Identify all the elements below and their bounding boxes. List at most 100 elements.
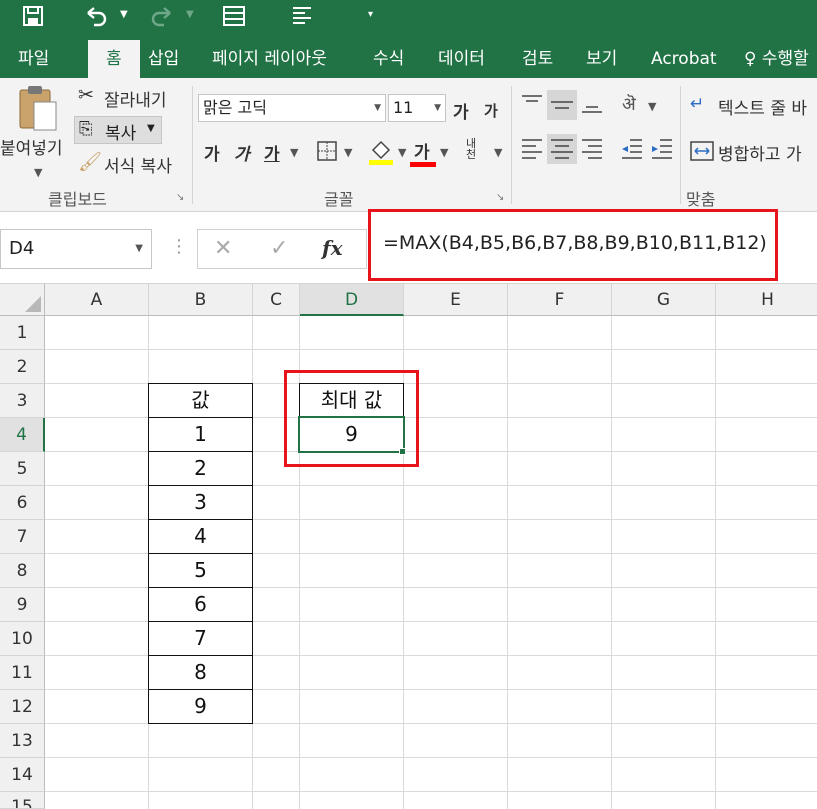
shrink-font-button[interactable]: 가 xyxy=(484,100,498,121)
decrease-indent-icon[interactable] xyxy=(620,136,644,162)
row-header-5[interactable]: 5 xyxy=(0,452,45,486)
borders-dropdown-icon[interactable]: ▼ xyxy=(344,146,352,159)
cell-b6[interactable]: 3 xyxy=(148,485,253,520)
cell-b10[interactable]: 7 xyxy=(148,621,253,656)
row-header-4[interactable]: 4 xyxy=(0,418,45,452)
column-header-f[interactable]: F xyxy=(508,284,612,316)
name-box[interactable]: D4 ▼ xyxy=(0,229,152,269)
column-header-c[interactable]: C xyxy=(253,284,300,316)
row-header-9[interactable]: 9 xyxy=(0,588,45,622)
italic-button[interactable]: 가 xyxy=(234,140,250,165)
column-header-b[interactable]: B xyxy=(149,284,253,316)
row-header-8[interactable]: 8 xyxy=(0,554,45,588)
font-color-dropdown-icon[interactable]: ▼ xyxy=(440,146,448,159)
copy-label: 복사 xyxy=(105,124,137,144)
formula-bar-splitter[interactable]: ⋮ xyxy=(170,236,188,257)
center-align-button[interactable] xyxy=(547,134,577,164)
wrap-text-icon[interactable]: ↵ xyxy=(690,94,704,114)
orientation-icon[interactable]: ऄ xyxy=(622,92,636,116)
align-text-right-icon[interactable] xyxy=(580,136,604,162)
format-painter-button[interactable]: 서식 복사 xyxy=(104,152,172,177)
font-color-swatch xyxy=(410,162,436,167)
form-icon[interactable] xyxy=(222,4,246,28)
cell-b3[interactable]: 값 xyxy=(148,383,253,418)
column-header-h[interactable]: H xyxy=(716,284,817,316)
save-icon[interactable] xyxy=(22,5,44,27)
underline-button[interactable]: 가 xyxy=(264,140,280,165)
redo-dropdown-icon[interactable]: ▼ xyxy=(186,9,194,20)
format-painter-icon[interactable]: 🖌 xyxy=(78,150,102,173)
undo-icon[interactable] xyxy=(84,5,108,27)
row-header-2[interactable]: 2 xyxy=(0,350,45,384)
font-color-button[interactable]: 가 xyxy=(414,138,430,163)
cut-button[interactable]: 잘라내기 xyxy=(104,86,167,111)
cell-b9[interactable]: 6 xyxy=(148,587,253,622)
font-name-select[interactable]: 맑은 고딕 ▼ xyxy=(198,94,386,122)
tab-file[interactable]: 파일 xyxy=(18,40,49,78)
undo-dropdown-icon[interactable]: ▼ xyxy=(120,9,128,20)
row-header-6[interactable]: 6 xyxy=(0,486,45,520)
tab-insert[interactable]: 삽입 xyxy=(148,40,179,78)
font-launcher-icon[interactable]: ↘ xyxy=(496,192,504,203)
redo-icon[interactable] xyxy=(150,5,174,27)
column-header-g[interactable]: G xyxy=(612,284,716,316)
orientation-dropdown-icon[interactable]: ▼ xyxy=(648,100,656,113)
paste-dropdown-icon[interactable]: ▼ xyxy=(34,166,42,179)
clipboard-launcher-icon[interactable]: ↘ xyxy=(176,192,184,203)
borders-icon[interactable] xyxy=(316,140,338,162)
cell-b4[interactable]: 1 xyxy=(148,417,253,452)
tab-page-layout[interactable]: 페이지 레이아웃 xyxy=(212,40,327,78)
phonetic-dropdown-icon[interactable]: ▼ xyxy=(494,146,502,159)
phonetic-button[interactable]: 내천 xyxy=(466,138,486,160)
tab-acrobat[interactable]: Acrobat xyxy=(651,40,717,78)
underline-dropdown-icon[interactable]: ▼ xyxy=(290,146,298,159)
enter-icon[interactable]: ✓ xyxy=(270,236,288,261)
row-header-13[interactable]: 13 xyxy=(0,724,45,758)
top-align-icon[interactable] xyxy=(520,92,544,116)
align-left-icon[interactable] xyxy=(290,5,314,27)
font-size-select[interactable]: 11 ▼ xyxy=(388,94,446,122)
row-header-14[interactable]: 14 xyxy=(0,758,45,792)
cell-b11[interactable]: 8 xyxy=(148,655,253,690)
column-header-a[interactable]: A xyxy=(45,284,149,316)
tell-me-box[interactable]: ♀ 수행할 xyxy=(744,40,809,78)
column-header-d[interactable]: D xyxy=(300,284,404,316)
tab-data[interactable]: 데이터 xyxy=(438,40,485,78)
cut-icon[interactable]: ✂ xyxy=(78,84,94,106)
row-header-7[interactable]: 7 xyxy=(0,520,45,554)
copy-dropdown-icon[interactable]: ▼ xyxy=(147,123,155,134)
row-header-11[interactable]: 11 xyxy=(0,656,45,690)
grow-font-button[interactable]: 가 xyxy=(453,98,469,123)
row-header-15[interactable]: 15 xyxy=(0,792,45,809)
tab-review[interactable]: 검토 xyxy=(522,40,553,78)
tab-view[interactable]: 보기 xyxy=(586,40,617,78)
paste-icon[interactable] xyxy=(16,84,60,132)
wrap-text-button[interactable]: 텍스트 줄 바 xyxy=(718,94,807,119)
bottom-align-icon[interactable] xyxy=(580,92,604,116)
fill-color-icon[interactable] xyxy=(368,136,394,166)
cancel-icon[interactable]: ✕ xyxy=(214,236,232,261)
copy-button[interactable]: ⎘ 복사 ▼ xyxy=(74,116,162,144)
column-header-e[interactable]: E xyxy=(404,284,508,316)
row-header-10[interactable]: 10 xyxy=(0,622,45,656)
merge-center-button[interactable]: 병합하고 가 xyxy=(718,140,802,165)
align-text-left-icon[interactable] xyxy=(520,136,544,162)
cell-b8[interactable]: 5 xyxy=(148,553,253,588)
row-header-1[interactable]: 1 xyxy=(0,316,45,350)
cell-b7[interactable]: 4 xyxy=(148,519,253,554)
insert-function-icon[interactable]: fx xyxy=(322,236,343,260)
bold-button[interactable]: 가 xyxy=(204,140,220,165)
row-header-12[interactable]: 12 xyxy=(0,690,45,724)
cell-b5[interactable]: 2 xyxy=(148,451,253,486)
paste-button[interactable]: 붙여넣기 xyxy=(0,134,63,159)
merge-center-icon[interactable] xyxy=(690,140,714,162)
select-all-button[interactable] xyxy=(0,284,45,316)
tab-formulas[interactable]: 수식 xyxy=(373,40,404,78)
row-header-3[interactable]: 3 xyxy=(0,384,45,418)
fill-color-dropdown-icon[interactable]: ▼ xyxy=(398,146,406,159)
customize-qat-icon[interactable]: ▾ xyxy=(368,9,373,20)
cell-b12[interactable]: 9 xyxy=(148,689,253,724)
tab-home[interactable]: 홈 xyxy=(88,40,140,78)
middle-align-button[interactable] xyxy=(547,90,577,120)
increase-indent-icon[interactable] xyxy=(650,136,674,162)
